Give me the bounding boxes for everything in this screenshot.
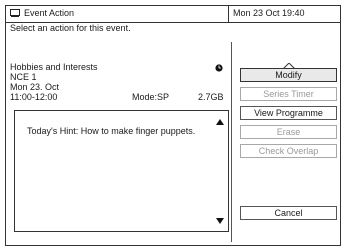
current-datetime: Mon 23 Oct 19:40 [233, 8, 305, 18]
window-icon [10, 9, 20, 17]
series-timer-button[interactable]: Series Timer [240, 87, 337, 101]
clock-icon [215, 64, 223, 72]
window-title: Event Action [24, 8, 75, 18]
event-time: 11:00-12:00 [10, 92, 58, 102]
hint-panel[interactable]: Today's Hint: How to make finger puppets… [14, 110, 229, 232]
event-mode: Mode:SP [132, 92, 170, 102]
prompt-text: Select an action for this event. [10, 23, 131, 33]
cancel-button[interactable]: Cancel [240, 206, 337, 220]
header-divider [228, 6, 229, 22]
scroll-down-arrow-icon[interactable] [216, 218, 224, 224]
view-programme-button[interactable]: View Programme [240, 106, 337, 120]
hint-text: Today's Hint: How to make finger puppets… [27, 126, 196, 136]
panel-divider [231, 42, 232, 242]
check-overlap-button[interactable]: Check Overlap [240, 144, 337, 158]
modify-button[interactable]: Modify [240, 68, 337, 82]
scroll-up-arrow-icon[interactable] [216, 119, 224, 125]
event-size: 2.7GB [198, 92, 224, 102]
event-action-window: Event Action Mon 23 Oct 19:40 Select an … [5, 5, 341, 246]
erase-button[interactable]: Erase [240, 125, 337, 139]
